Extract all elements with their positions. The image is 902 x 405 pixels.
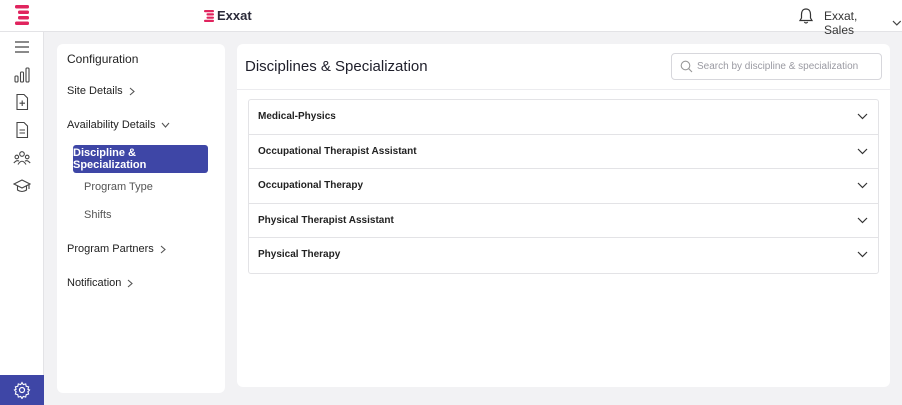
page-title: Disciplines & Specialization xyxy=(245,58,428,75)
chevron-down-icon xyxy=(857,182,868,189)
search-box xyxy=(671,53,882,80)
icon-rail xyxy=(0,32,44,405)
brand: Exxat xyxy=(204,8,252,23)
nav-discipline-specialization[interactable]: Discipline & Specialization xyxy=(73,145,208,173)
chevron-down-icon xyxy=(857,113,868,120)
divider xyxy=(237,89,890,90)
chevron-right-icon xyxy=(160,245,166,253)
nav-notification[interactable]: Notification xyxy=(67,277,134,289)
nav-shifts[interactable]: Shifts xyxy=(84,209,112,221)
brand-name: Exxat xyxy=(217,8,252,23)
configuration-title: Configuration xyxy=(67,52,139,66)
nav-program-type[interactable]: Program Type xyxy=(84,181,153,193)
brand-logo-icon xyxy=(204,9,214,22)
notification-bell-icon[interactable] xyxy=(798,7,814,25)
nav-availability-details[interactable]: Availability Details xyxy=(67,119,170,131)
discipline-row[interactable]: Occupational Therapist Assistant xyxy=(249,135,878,170)
discipline-label: Physical Therapy xyxy=(258,249,341,261)
chevron-right-icon xyxy=(128,279,134,287)
chevron-down-icon xyxy=(892,20,902,26)
people-icon[interactable] xyxy=(13,149,31,167)
search-input[interactable] xyxy=(697,58,877,75)
discipline-label: Medical-Physics xyxy=(258,111,336,122)
nav-label: Program Partners xyxy=(67,243,154,255)
search-icon xyxy=(680,60,693,73)
chevron-down-icon xyxy=(857,217,868,224)
settings-button[interactable] xyxy=(0,375,44,405)
menu-icon[interactable] xyxy=(13,38,31,56)
user-menu[interactable]: Exxat, Sales xyxy=(824,9,902,37)
top-bar: Exxat Exxat, Sales xyxy=(0,0,902,37)
graduation-cap-icon[interactable] xyxy=(13,177,31,195)
settings-icon xyxy=(13,381,31,399)
discipline-label: Physical Therapist Assistant xyxy=(258,214,394,226)
main-panel: Disciplines & Specialization Medical-Phy… xyxy=(237,44,890,387)
chevron-down-icon xyxy=(857,148,868,154)
nav-label: Notification xyxy=(67,277,122,289)
document-icon[interactable] xyxy=(13,121,31,139)
nav-label: Site Details xyxy=(67,85,123,97)
chevron-down-icon xyxy=(162,122,170,128)
chevron-down-icon xyxy=(857,251,868,258)
discipline-label: Occupational Therapist Assistant xyxy=(258,145,417,157)
add-document-icon[interactable] xyxy=(13,93,31,111)
discipline-row[interactable]: Physical Therapist Assistant xyxy=(249,204,878,239)
chevron-right-icon xyxy=(129,87,135,95)
nav-label: Availability Details xyxy=(67,119,156,131)
discipline-row[interactable]: Physical Therapy xyxy=(249,238,878,273)
configuration-panel: Configuration Site Details Availability … xyxy=(57,44,225,393)
nav-site-details[interactable]: Site Details xyxy=(67,85,135,97)
discipline-row[interactable]: Medical-Physics xyxy=(249,100,878,135)
discipline-list: Medical-Physics Occupational Therapist A… xyxy=(248,99,879,274)
user-name: Exxat, Sales xyxy=(824,9,858,37)
app-logo-icon[interactable] xyxy=(13,4,31,26)
analytics-icon[interactable] xyxy=(13,66,31,84)
nav-program-partners[interactable]: Program Partners xyxy=(67,243,166,255)
discipline-label: Occupational Therapy xyxy=(258,180,364,192)
discipline-row[interactable]: Occupational Therapy xyxy=(249,169,878,204)
